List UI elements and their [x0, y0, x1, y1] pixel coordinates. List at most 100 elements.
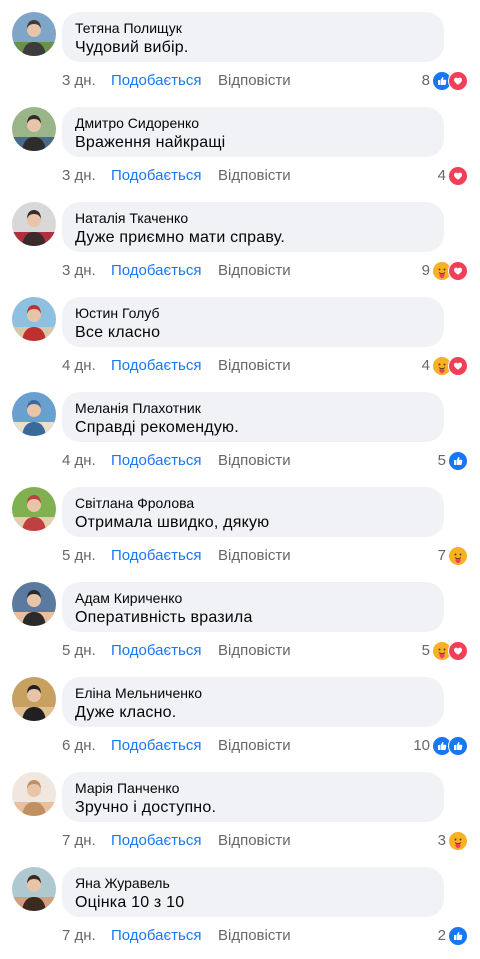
love-reaction-icon	[448, 166, 468, 186]
reply-button[interactable]: Відповісти	[218, 357, 291, 375]
avatar[interactable]	[12, 772, 56, 816]
avatar[interactable]	[12, 392, 56, 436]
avatar[interactable]	[12, 202, 56, 246]
comment-author[interactable]: Меланія Плахотник	[75, 399, 431, 417]
comments-list: Тетяна Полищук Чудовий вибір. 3 дн. Подо…	[0, 0, 480, 959]
avatar[interactable]	[12, 107, 56, 151]
avatar[interactable]	[12, 677, 56, 721]
comment-item: Марія Панченко Зручно і доступно. 7 дн. …	[0, 760, 480, 855]
reactions-summary[interactable]: 7	[438, 546, 468, 566]
comment-time[interactable]: 7 дн.	[62, 927, 96, 945]
avatar[interactable]	[12, 867, 56, 911]
comment-bubble: Марія Панченко Зручно і доступно.	[62, 772, 444, 822]
reaction-icons	[448, 546, 468, 566]
reaction-count: 9	[421, 262, 430, 279]
comment-author[interactable]: Тетяна Полищук	[75, 19, 431, 37]
like-button[interactable]: Подобається	[111, 547, 201, 565]
reactions-summary[interactable]: 3	[438, 831, 468, 851]
comment-time[interactable]: 3 дн.	[62, 262, 96, 280]
like-button[interactable]: Подобається	[111, 832, 201, 850]
reaction-count: 7	[437, 547, 446, 564]
like-button[interactable]: Подобається	[111, 452, 201, 470]
comment-author[interactable]: Юстин Голуб	[75, 304, 431, 322]
reaction-count: 8	[421, 72, 430, 89]
comment-item: Дмитро Сидоренко Враження найкращі 3 дн.…	[0, 95, 480, 190]
reply-button[interactable]: Відповісти	[218, 547, 291, 565]
reactions-summary[interactable]: 5	[422, 641, 468, 661]
comment-bubble: Меланія Плахотник Справді рекомендую.	[62, 392, 444, 442]
like-button[interactable]: Подобається	[111, 72, 201, 90]
reactions-summary[interactable]: 2	[438, 926, 468, 946]
like-button[interactable]: Подобається	[111, 737, 201, 755]
care-reaction-icon	[448, 546, 468, 566]
comment-text: Чудовий вибір.	[75, 39, 189, 56]
reply-button[interactable]: Відповісти	[218, 452, 291, 470]
comment-text: Зручно і доступно.	[75, 799, 217, 816]
like-button[interactable]: Подобається	[111, 927, 201, 945]
comment-author[interactable]: Наталія Ткаченко	[75, 209, 431, 227]
like-reaction-icon	[448, 451, 468, 471]
reaction-icons	[448, 926, 468, 946]
reactions-summary[interactable]: 10	[413, 736, 468, 756]
reactions-summary[interactable]: 9	[422, 261, 468, 281]
reaction-icons	[432, 356, 468, 376]
care-reaction-icon	[448, 831, 468, 851]
comment-time[interactable]: 3 дн.	[62, 72, 96, 90]
like-button[interactable]: Подобається	[111, 262, 201, 280]
reactions-summary[interactable]: 8	[422, 71, 468, 91]
comment-time[interactable]: 5 дн.	[62, 547, 96, 565]
comment-author[interactable]: Світлана Фролова	[75, 494, 431, 512]
comment-time[interactable]: 4 дн.	[62, 357, 96, 375]
comment-text: Справді рекомендую.	[75, 419, 239, 436]
reaction-count: 10	[413, 737, 430, 754]
comment-item: Еліна Мельниченко Дуже класно. 6 дн. Под…	[0, 665, 480, 760]
comment-text: Враження найкращі	[75, 134, 226, 151]
reply-button[interactable]: Відповісти	[218, 642, 291, 660]
comment-time[interactable]: 7 дн.	[62, 832, 96, 850]
avatar[interactable]	[12, 297, 56, 341]
comment-bubble: Наталія Ткаченко Дуже приємно мати справ…	[62, 202, 444, 252]
comment-time[interactable]: 5 дн.	[62, 642, 96, 660]
comment-author[interactable]: Марія Панченко	[75, 779, 431, 797]
comment-item: Меланія Плахотник Справді рекомендую. 4 …	[0, 380, 480, 475]
comment-author[interactable]: Дмитро Сидоренко	[75, 114, 431, 132]
reply-button[interactable]: Відповісти	[218, 167, 291, 185]
reactions-summary[interactable]: 5	[438, 451, 468, 471]
reactions-summary[interactable]: 4	[422, 356, 468, 376]
comment-item: Наталія Ткаченко Дуже приємно мати справ…	[0, 190, 480, 285]
comment-item: Юстин Голуб Все класно 4 дн. Подобається…	[0, 285, 480, 380]
love-reaction-icon	[448, 71, 468, 91]
comment-time[interactable]: 6 дн.	[62, 737, 96, 755]
comment-author[interactable]: Яна Журавель	[75, 874, 431, 892]
reaction-count: 5	[421, 642, 430, 659]
comment-text: Отримала швидко, дякую	[75, 514, 270, 531]
comment-item: Тетяна Полищук Чудовий вибір. 3 дн. Подо…	[0, 0, 480, 95]
comment-time[interactable]: 4 дн.	[62, 452, 96, 470]
reaction-count: 4	[421, 357, 430, 374]
like-button[interactable]: Подобається	[111, 357, 201, 375]
avatar[interactable]	[12, 582, 56, 626]
reply-button[interactable]: Відповісти	[218, 927, 291, 945]
reply-button[interactable]: Відповісти	[218, 832, 291, 850]
reply-button[interactable]: Відповісти	[218, 72, 291, 90]
like-reaction-icon	[448, 736, 468, 756]
avatar[interactable]	[12, 12, 56, 56]
reply-button[interactable]: Відповісти	[218, 262, 291, 280]
reply-button[interactable]: Відповісти	[218, 737, 291, 755]
like-button[interactable]: Подобається	[111, 167, 201, 185]
comment-time[interactable]: 3 дн.	[62, 167, 96, 185]
reactions-summary[interactable]: 4	[438, 166, 468, 186]
comment-bubble: Дмитро Сидоренко Враження найкращі	[62, 107, 444, 157]
reaction-icons	[448, 166, 468, 186]
reaction-count: 3	[437, 832, 446, 849]
avatar[interactable]	[12, 487, 56, 531]
like-button[interactable]: Подобається	[111, 642, 201, 660]
comment-item: Яна Журавель Оцінка 10 з 10 7 дн. Подоба…	[0, 855, 480, 950]
reaction-icons	[432, 641, 468, 661]
comment-item: Світлана Фролова Отримала швидко, дякую …	[0, 475, 480, 570]
reaction-icons	[448, 831, 468, 851]
reaction-icons	[448, 451, 468, 471]
comment-author[interactable]: Еліна Мельниченко	[75, 684, 431, 702]
love-reaction-icon	[448, 261, 468, 281]
comment-author[interactable]: Адам Кириченко	[75, 589, 431, 607]
